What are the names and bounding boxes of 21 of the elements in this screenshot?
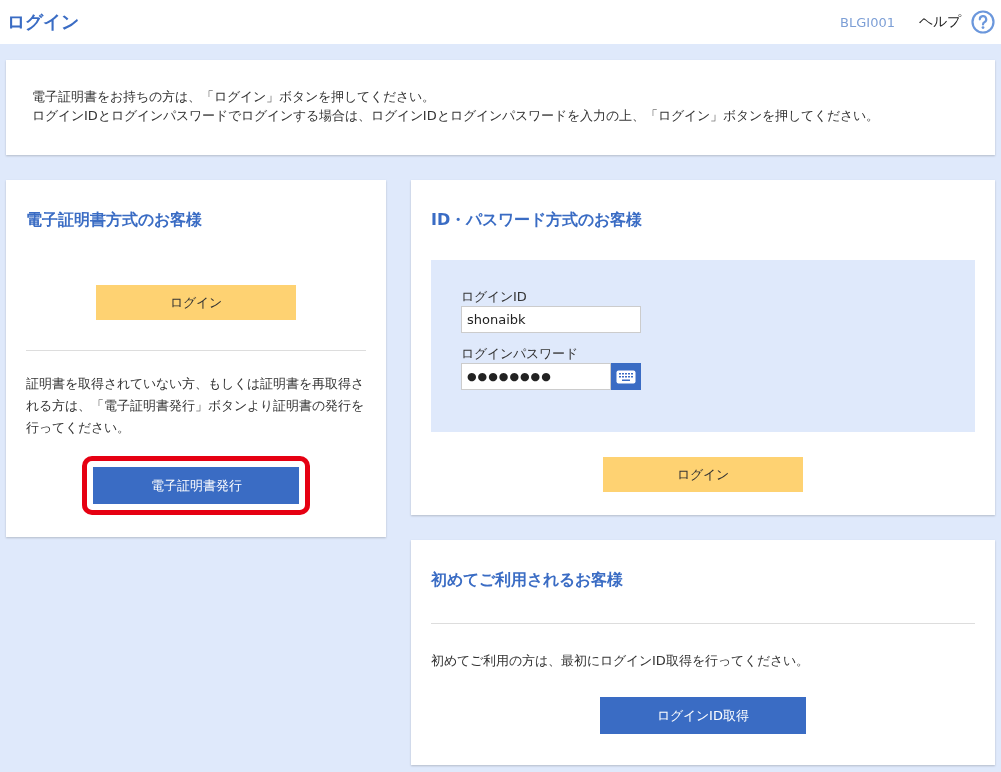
field-label: ログインパスワード [461, 345, 579, 363]
card-heading: 電子証明書方式のお客様 [26, 209, 203, 231]
screen-id: BLGI001 [840, 14, 895, 30]
notice-text: ログインIDとログインパスワードでログインする場合は、ログインIDとログインパスワードを入力の上、「ログイン」ボタンを押してください。 [32, 107, 880, 125]
first-time-description: 初めてご利用の方は、最初にログインID取得を行ってください。 [431, 652, 810, 670]
login-button[interactable]: ログイン [96, 285, 296, 320]
login-button[interactable]: ログイン [603, 457, 803, 492]
certificate-description: 証明書を取得されていない方、もしくは証明書を再取得される方は、「電子証明書発行」ボタンより証明書の発行を行ってください。 [26, 375, 365, 437]
page-title: ログイン [7, 10, 79, 34]
field-label: ログインID [461, 288, 528, 306]
help-icon[interactable] [971, 10, 995, 34]
get-login-id-button[interactable]: ログインID取得 [600, 697, 806, 734]
password-field[interactable]: ●●●●●●●● [461, 363, 611, 390]
login-id-field[interactable]: shonaibk [461, 306, 641, 333]
keyboard-icon [616, 369, 636, 384]
card-heading: 初めてご利用されるお客様 [431, 569, 624, 591]
card-heading: ID・パスワード方式のお客様 [431, 209, 644, 231]
help-link[interactable]: ヘルプ [919, 13, 961, 31]
software-keyboard-button[interactable] [611, 363, 641, 390]
notice-text: 電子証明書をお持ちの方は、「ログイン」ボタンを押してください。 [32, 88, 436, 106]
issue-certificate-button[interactable]: 電子証明書発行 [93, 467, 299, 504]
